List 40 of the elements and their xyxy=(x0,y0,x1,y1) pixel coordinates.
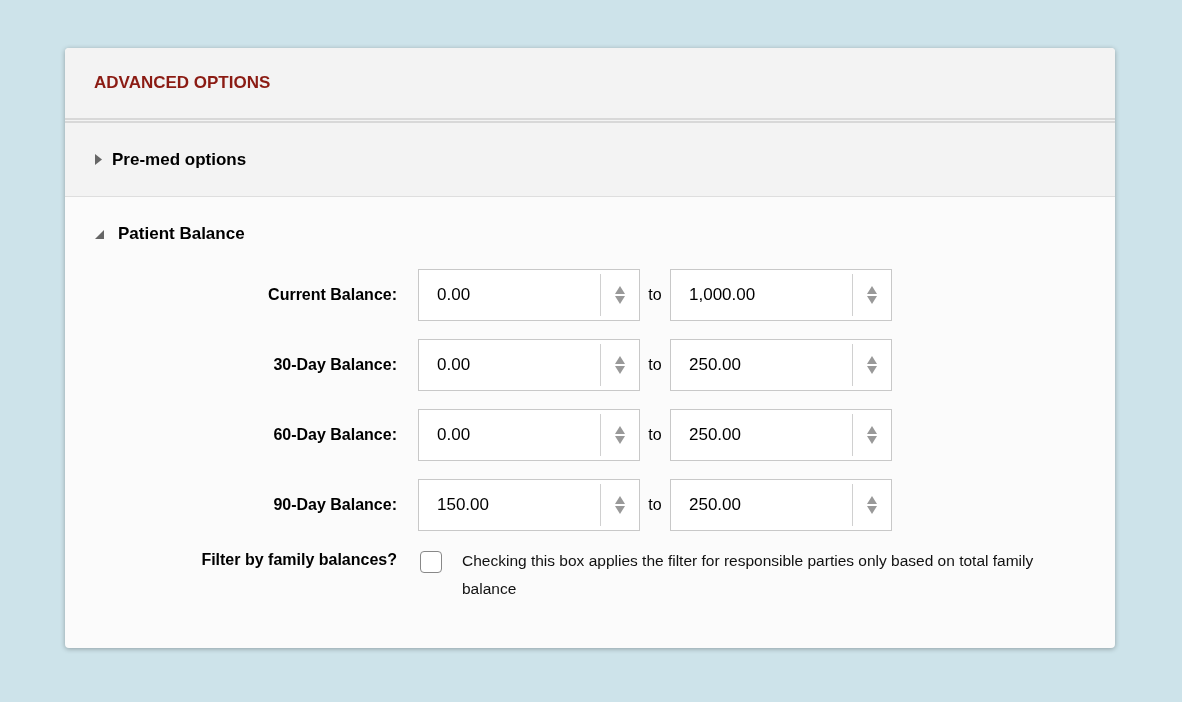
increment-icon[interactable] xyxy=(615,356,625,364)
panel-title: ADVANCED OPTIONS xyxy=(94,73,271,93)
field-label: 30-Day Balance: xyxy=(272,356,398,374)
range-separator: to xyxy=(647,356,663,374)
number-field[interactable]: 250.00 xyxy=(670,409,892,461)
increment-icon[interactable] xyxy=(867,356,877,364)
range-separator: to xyxy=(647,496,663,514)
number-field[interactable]: 0.00 xyxy=(418,409,640,461)
checkbox-description: Checking this box applies the filter for responsible parties only based on total family balance xyxy=(462,551,1035,599)
decrement-icon[interactable] xyxy=(867,366,877,374)
checkbox[interactable] xyxy=(420,551,442,573)
triangle-down-icon xyxy=(95,229,104,239)
increment-icon[interactable] xyxy=(867,426,877,434)
increment-icon[interactable] xyxy=(615,286,625,294)
decrement-icon[interactable] xyxy=(867,506,877,514)
section-toggle[interactable]: Patient Balance xyxy=(118,224,245,244)
triangle-right-icon xyxy=(95,154,102,165)
field-label: Current Balance: xyxy=(267,286,398,304)
increment-icon[interactable] xyxy=(615,496,625,504)
range-separator: to xyxy=(647,286,663,304)
number-field[interactable]: 250.00 xyxy=(670,339,892,391)
field-label: 60-Day Balance: xyxy=(272,426,398,444)
field-label: Filter by family balances? xyxy=(200,550,398,569)
number-field[interactable]: 150.00 xyxy=(418,479,640,531)
decrement-icon[interactable] xyxy=(615,296,625,304)
decrement-icon[interactable] xyxy=(615,436,625,444)
increment-icon[interactable] xyxy=(867,286,877,294)
increment-icon[interactable] xyxy=(867,496,877,504)
increment-icon[interactable] xyxy=(615,426,625,434)
number-field[interactable]: 0.00 xyxy=(418,339,640,391)
number-field[interactable]: 1,000.00 xyxy=(670,269,892,321)
decrement-icon[interactable] xyxy=(615,366,625,374)
decrement-icon[interactable] xyxy=(867,296,877,304)
number-field[interactable]: 0.00 xyxy=(418,269,640,321)
field-label: 90-Day Balance: xyxy=(272,496,398,514)
range-separator: to xyxy=(647,426,663,444)
decrement-icon[interactable] xyxy=(615,506,625,514)
decrement-icon[interactable] xyxy=(867,436,877,444)
number-field[interactable]: 250.00 xyxy=(670,479,892,531)
section-toggle[interactable]: Pre-med options xyxy=(112,149,247,170)
